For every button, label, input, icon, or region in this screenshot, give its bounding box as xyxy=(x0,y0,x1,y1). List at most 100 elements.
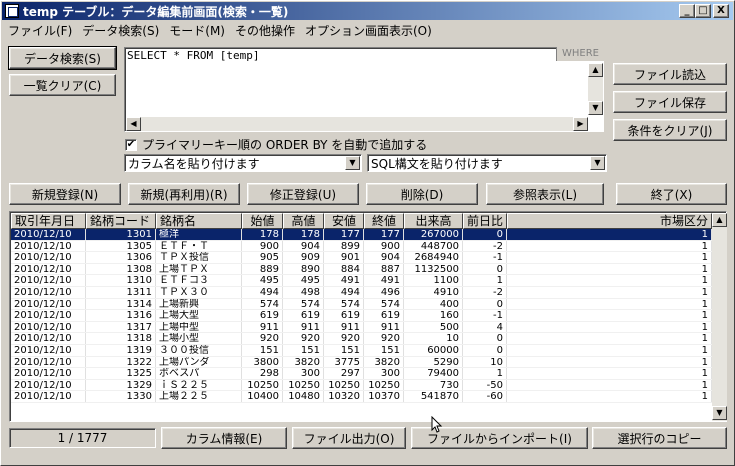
col-name[interactable]: 銘柄名 xyxy=(156,213,242,229)
scroll-up-icon[interactable]: ▲ xyxy=(588,63,603,77)
table-row[interactable]: 2010/12/10 1306 ＴＰＸ投信 905 909 901 904 2684940 -1… xyxy=(11,252,712,264)
cell-change: -50 xyxy=(463,379,507,391)
cell-market: 1 xyxy=(507,263,712,275)
cell-low: 177 xyxy=(324,229,364,240)
col-change[interactable]: 前日比 xyxy=(463,213,507,229)
column-paste-value: カラム名を貼り付けます xyxy=(128,156,260,171)
cell-market: 1 xyxy=(507,310,712,321)
update-register-button[interactable]: 修正登録(U) xyxy=(247,183,359,205)
table-row[interactable]: 2010/12/10 1325 ボベスパ 298 300 297 300 79400 1 1 xyxy=(11,368,712,380)
table-row[interactable]: 2010/12/10 1308 上場ＴＰＸ 889 890 884 887 1132500 0 1 xyxy=(11,263,712,276)
col-code[interactable]: 銘柄コード xyxy=(86,213,156,229)
table-row[interactable]: 2010/12/10 1322 上場パンダ 3800 3820 3775 3820 5290 1… xyxy=(11,356,712,369)
table-row[interactable]: 2010/12/10 1330 上場２２５ 10400 10480 10320 10370 5… xyxy=(11,391,712,403)
cell-code: 1301 xyxy=(86,229,156,240)
scroll-down-icon[interactable]: ▼ xyxy=(588,101,603,115)
reference-view-button[interactable]: 参照表示(L) xyxy=(486,183,604,205)
menu-mode[interactable]: モード(M) xyxy=(164,22,230,39)
grid-vertical-scrollbar[interactable] xyxy=(712,213,727,421)
grid-body[interactable]: 2010/12/10 1301 極洋 178 178 177 177 267000 0 1 2010… xyxy=(11,229,712,421)
orderby-checkbox[interactable]: ✔ xyxy=(125,138,137,151)
cell-close: 491 xyxy=(364,275,404,286)
new-reuse-button[interactable]: 新規(再利用)(R) xyxy=(128,183,240,205)
clear-conditions-button[interactable]: 条件をクリア(J) xyxy=(613,119,727,141)
cell-volume: 5290 xyxy=(404,356,463,368)
chevron-down-icon[interactable]: ▼ xyxy=(590,156,605,170)
cell-open: 619 xyxy=(242,310,283,321)
cell-open: 10400 xyxy=(242,391,283,402)
title-bar[interactable]: temp テーブル：データ編集前画面(検索・一覧) xyxy=(2,2,733,20)
cell-date: 2010/12/10 xyxy=(11,298,86,310)
sql-horizontal-scrollbar[interactable] xyxy=(126,117,588,131)
sql-text: SELECT * FROM [temp] xyxy=(127,49,260,62)
cell-market: 1 xyxy=(507,298,712,310)
table-row[interactable]: 2010/12/10 1317 上場中型 911 911 911 911 500 4 1 xyxy=(11,321,712,334)
col-open[interactable]: 始値 xyxy=(242,213,283,229)
column-paste-combo[interactable]: カラム名を貼り付けます ▼ xyxy=(124,154,362,172)
table-row[interactable]: 2010/12/10 1316 上場大型 619 619 619 619 160 -1 1 xyxy=(11,310,712,322)
table-row[interactable]: 2010/12/10 1314 上場新興 574 574 574 574 400 0 1 xyxy=(11,298,712,311)
scroll-left-icon[interactable]: ◀ xyxy=(126,117,141,131)
col-market[interactable]: 市場区分 xyxy=(507,213,712,229)
scroll-down-icon[interactable]: ▼ xyxy=(712,406,727,420)
table-row[interactable]: 2010/12/10 1311 ＴＰＸ３０ 494 498 494 496 4910 -2 1 xyxy=(11,286,712,299)
table-row[interactable]: 2010/12/10 1319 ３００投信 151 151 151 151 60000 0 1 xyxy=(11,344,712,357)
cell-close: 10370 xyxy=(364,391,404,402)
clear-list-button[interactable]: 一覧クリア(C) xyxy=(9,74,116,96)
col-low[interactable]: 安値 xyxy=(324,213,364,229)
menu-other[interactable]: その他操作 xyxy=(230,22,300,39)
cell-market: 1 xyxy=(507,391,712,402)
cell-open: 905 xyxy=(242,252,283,263)
cell-open: 494 xyxy=(242,286,283,298)
scroll-up-icon[interactable]: ▲ xyxy=(712,213,727,227)
cell-close: 920 xyxy=(364,333,404,344)
cell-change: 1 xyxy=(463,275,507,286)
cell-low: 884 xyxy=(324,263,364,275)
table-row[interactable]: 2010/12/10 1318 上場小型 920 920 920 920 10 0 1 xyxy=(11,333,712,345)
maximize-button[interactable]: □ xyxy=(695,4,711,18)
data-search-button[interactable]: データ検索(S) xyxy=(8,46,117,70)
cell-change: 0 xyxy=(463,344,507,356)
file-save-button[interactable]: ファイル保存 xyxy=(613,91,727,113)
cell-volume: 60000 xyxy=(404,344,463,356)
new-register-button[interactable]: 新規登録(N) xyxy=(9,183,121,205)
col-close[interactable]: 終値 xyxy=(364,213,404,229)
cell-code: 1316 xyxy=(86,310,156,321)
table-row[interactable]: 2010/12/10 1310 ＥＴＦコ３ 495 495 491 491 1100 1 1 xyxy=(11,275,712,287)
file-output-button[interactable]: ファイル出力(O) xyxy=(292,427,406,449)
cell-open: 911 xyxy=(242,321,283,333)
file-read-button[interactable]: ファイル読込 xyxy=(613,63,727,85)
col-date[interactable]: 取引年月日 xyxy=(11,213,86,229)
delete-button[interactable]: 削除(D) xyxy=(366,183,478,205)
cell-change: -60 xyxy=(463,391,507,402)
exit-button[interactable]: 終了(X) xyxy=(616,183,727,205)
scroll-right-icon[interactable]: ▶ xyxy=(573,117,588,131)
table-row[interactable]: 2010/12/10 1305 ＥＴＦ・Ｔ 900 904 899 900 448700 -2 1 xyxy=(11,240,712,253)
window-title: temp テーブル：データ編集前画面(検索・一覧) xyxy=(23,4,289,19)
cell-open: 900 xyxy=(242,240,283,252)
col-high[interactable]: 高値 xyxy=(283,213,324,229)
cell-high: 3820 xyxy=(283,356,324,368)
menu-options[interactable]: オプション画面表示(O) xyxy=(300,22,437,39)
menu-data-search[interactable]: データ検索(S) xyxy=(77,22,164,39)
cell-low: 494 xyxy=(324,286,364,298)
chevron-down-icon[interactable]: ▼ xyxy=(345,156,360,170)
copy-selected-rows-button[interactable]: 選択行のコピー xyxy=(592,427,727,449)
close-button[interactable]: X xyxy=(713,4,729,18)
column-info-button[interactable]: カラム情報(E) xyxy=(161,427,287,449)
cell-change: 10 xyxy=(463,356,507,368)
table-row[interactable]: 2010/12/10 1301 極洋 178 178 177 177 267000 0 1 xyxy=(11,229,712,241)
sql-paste-combo[interactable]: SQL構文を貼り付けます ▼ xyxy=(367,154,607,172)
cell-low: 619 xyxy=(324,310,364,321)
cell-name: 上場パンダ xyxy=(156,356,242,368)
cell-code: 1317 xyxy=(86,321,156,333)
col-volume[interactable]: 出来高 xyxy=(404,213,463,229)
cell-name: ＴＰＸ３０ xyxy=(156,286,242,298)
cell-date: 2010/12/10 xyxy=(11,344,86,356)
cell-change: -1 xyxy=(463,310,507,321)
minimize-button[interactable]: _ xyxy=(679,4,695,18)
orderby-checkbox-row[interactable]: ✔ プライマリーキー順の ORDER BY を自動で追加する xyxy=(125,136,427,153)
menu-file[interactable]: ファイル(F) xyxy=(3,22,77,39)
table-row[interactable]: 2010/12/10 1329 ｉＳ２２５ 10250 10250 10250 10250 7… xyxy=(11,379,712,392)
cell-code: 1311 xyxy=(86,286,156,298)
